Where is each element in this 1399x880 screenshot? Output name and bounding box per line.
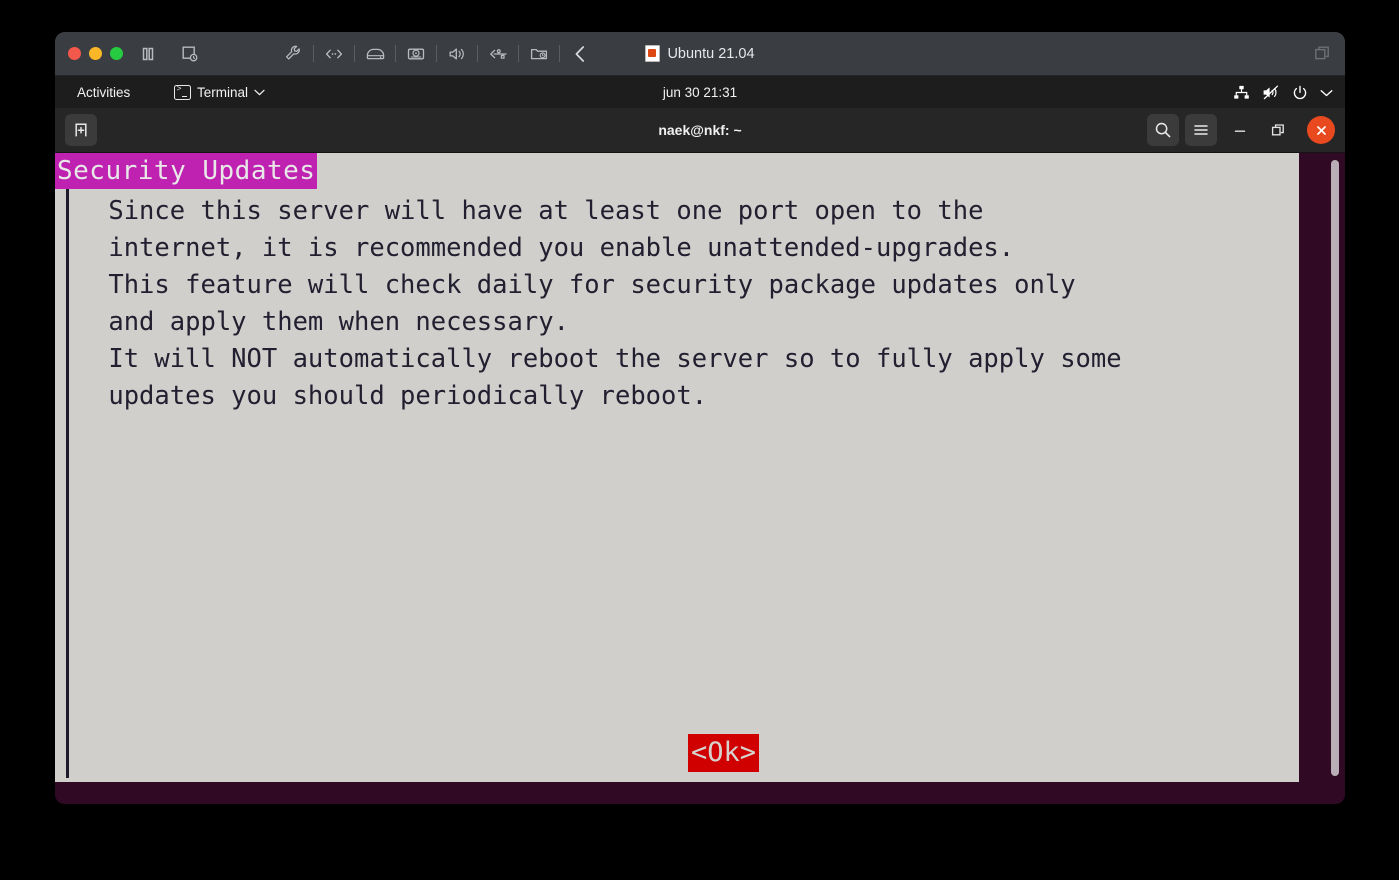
power-icon [1292,85,1308,101]
network-wired-icon [1233,85,1250,100]
whiptail-dialog: Security Updates Since this server will … [55,153,1300,782]
collapse-chevron-icon[interactable] [567,41,593,67]
terminal-icon [174,84,191,100]
virtual-machine-window: Ubuntu 21.04 Activities Terminal jun 30 … [55,32,1345,804]
vm-titlebar: Ubuntu 21.04 [55,32,1345,76]
dialog-banner-title: Security Updates [55,153,318,189]
toolbar-separator [518,45,519,62]
gnome-top-bar: Activities Terminal jun 30 21:31 [55,76,1345,109]
chevron-down-icon [1320,89,1333,97]
activities-button[interactable]: Activities [69,76,138,109]
vm-toolbar-devices [280,32,593,75]
hamburger-menu-icon[interactable] [1185,114,1217,146]
close-window-button[interactable] [68,47,81,60]
minimize-icon[interactable] [1225,115,1255,145]
system-status-area[interactable] [1233,76,1333,109]
pause-icon[interactable] [135,41,161,67]
terminal-scrollbar[interactable] [1299,153,1345,804]
window-traffic-lights [68,47,123,60]
maximize-window-button[interactable] [110,47,123,60]
app-menu-button[interactable]: Terminal [168,76,271,109]
usb-icon[interactable] [485,41,511,67]
toolbar-separator [477,45,478,62]
close-icon[interactable] [1307,116,1335,144]
chevron-down-icon [254,89,265,96]
toolbar-separator [354,45,355,62]
new-tab-button[interactable] [65,114,97,146]
toolbar-separator [559,45,560,62]
toolbar-separator [395,45,396,62]
gnome-terminal-window: naek@nkf: ~ Security Updates Since this … [55,108,1345,804]
settings-wrench-icon[interactable] [280,41,306,67]
toolbar-separator [313,45,314,62]
audio-icon[interactable] [444,41,470,67]
dialog-inner-border [66,189,69,778]
terminal-body[interactable]: Security Updates Since this server will … [55,153,1345,804]
activities-label: Activities [77,85,131,100]
ubuntu-document-icon [645,45,661,62]
dialog-body-text: Since this server will have at least one… [108,196,1122,411]
shared-folders-icon[interactable] [526,41,552,67]
search-icon[interactable] [1147,114,1179,146]
restore-window-icon[interactable] [1314,45,1331,62]
network-icon[interactable] [321,41,347,67]
clock-label: jun 30 21:31 [662,85,738,100]
app-menu-label: Terminal [197,85,249,100]
vm-toolbar-left [135,32,203,75]
optical-drive-icon[interactable] [403,41,429,67]
vm-window-title: Ubuntu 21.04 [55,32,1345,75]
toolbar-separator [436,45,437,62]
terminal-title-text: naek@nkf: ~ [658,122,742,138]
ok-button[interactable]: <Ok> [688,734,760,772]
terminal-header-bar: naek@nkf: ~ [55,108,1345,153]
vm-window-title-text: Ubuntu 21.04 [667,45,755,62]
minimize-window-button[interactable] [89,47,102,60]
restore-icon[interactable] [1263,115,1293,145]
screenshot-icon[interactable] [177,41,203,67]
volume-muted-icon [1262,85,1280,100]
terminal-scrollbar-thumb[interactable] [1331,160,1339,776]
terminal-window-controls [1147,108,1337,152]
hard-disk-icon[interactable] [362,41,388,67]
